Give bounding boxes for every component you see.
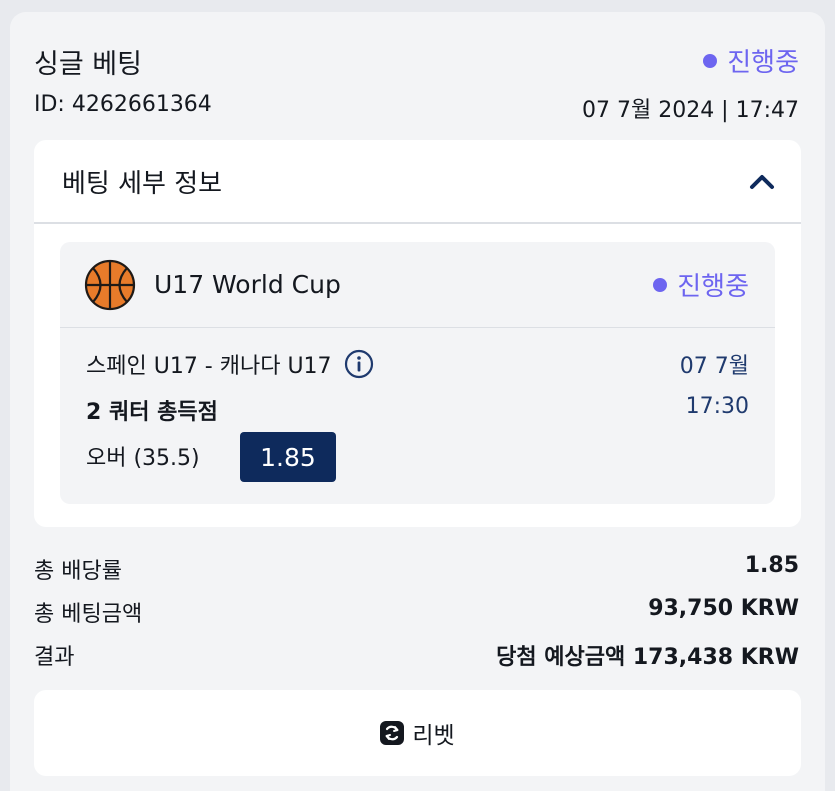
rebet-button[interactable]: 리벳: [34, 690, 801, 776]
odds-badge: 1.85: [240, 432, 336, 482]
total-odds-label: 총 배당률: [34, 559, 122, 584]
rebet-label: 리벳: [412, 723, 455, 749]
status-dot-icon: [653, 277, 668, 292]
total-stake-value: 93,750 KRW: [648, 596, 799, 621]
bet-details-panel: 베팅 세부 정보 U17 World Cup 진행중 스페인 U17 - 캐나다…: [34, 140, 801, 527]
event-header: U17 World Cup 진행중: [60, 242, 775, 328]
bet-id: ID: 4262661364: [34, 92, 212, 117]
event-card: U17 World Cup 진행중 스페인 U17 - 캐나다 U17 2 쿼터: [60, 242, 775, 504]
bet-details-header[interactable]: 베팅 세부 정보: [34, 140, 801, 224]
chevron-up-icon[interactable]: [749, 172, 775, 190]
result-value: 당첨 예상금액 173,438 KRW: [496, 645, 799, 670]
match-name: 스페인 U17 - 캐나다 U17: [86, 354, 332, 379]
event-body: 스페인 U17 - 캐나다 U17 2 쿼터 총득점 오버 (35.5) 1.8…: [60, 328, 775, 504]
event-time: 17:30: [685, 394, 749, 419]
market-name: 2 쿼터 총득점: [86, 400, 218, 425]
bet-type-title: 싱글 베팅: [34, 49, 142, 80]
bet-status-text: 진행중: [727, 48, 799, 78]
basketball-icon: [84, 259, 136, 310]
refresh-icon: [380, 721, 405, 745]
bet-datetime: 07 7월 2024 | 17:47: [581, 98, 799, 123]
bet-status-badge: 진행중: [703, 42, 799, 79]
league-name: U17 World Cup: [154, 270, 341, 299]
event-status-badge: 진행중: [653, 266, 749, 303]
bet-card: 싱글 베팅 진행중 ID: 4262661364 07 7월 2024 | 17…: [10, 12, 825, 791]
selection-name: 오버 (35.5): [86, 446, 200, 471]
info-icon[interactable]: [344, 349, 374, 379]
total-odds-value: 1.85: [744, 553, 799, 578]
match-row: 스페인 U17 - 캐나다 U17: [86, 348, 374, 380]
event-status-text: 진행중: [677, 272, 749, 302]
result-label: 결과: [34, 645, 75, 670]
event-date: 07 7월: [679, 354, 749, 379]
total-stake-label: 총 베팅금액: [34, 602, 143, 627]
event-league-group: U17 World Cup: [84, 259, 341, 311]
bet-details-title: 베팅 세부 정보: [62, 168, 223, 199]
status-dot-icon: [703, 53, 718, 68]
